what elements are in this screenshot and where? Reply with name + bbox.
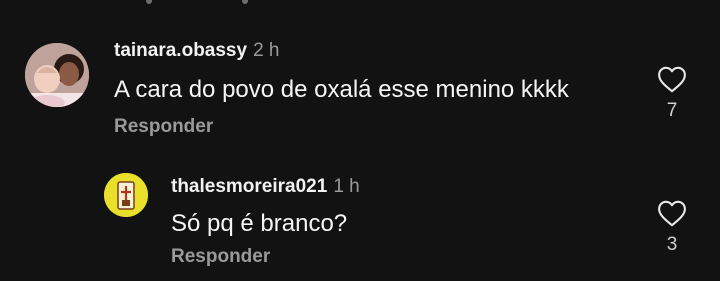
username[interactable]: tainara.obassy [114,40,247,61]
avatar[interactable] [104,173,148,217]
avatar-photo [104,173,148,217]
reply-button[interactable]: Responder [171,246,270,268]
comment-text: Só pq é branco? [171,210,348,237]
like-count: 7 [666,100,678,121]
username[interactable]: thalesmoreira021 [171,176,327,197]
comment-text: A cara do povo de oxalá esse menino kkkk [114,76,569,103]
comment-item: tainara.obassy 2 h A cara do povo de oxal… [0,36,720,146]
heart-icon[interactable] [657,66,687,93]
timestamp: 1 h [333,176,360,197]
reply-item: thalesmoreira021 1 h Só pq é branco? Resp… [0,168,720,278]
heart-icon[interactable] [657,200,687,227]
comment-meta: thalesmoreira021 1 h [171,176,360,198]
reply-button[interactable]: Responder [114,116,213,138]
avatar-photo [25,43,89,107]
timestamp: 2 h [253,40,280,61]
avatar[interactable] [25,43,89,107]
like-group: 7 [654,66,690,122]
like-count: 3 [666,234,678,255]
like-group: 3 [654,200,690,256]
previous-content-edge [140,0,340,6]
comment-meta: tainara.obassy 2 h [114,40,280,62]
